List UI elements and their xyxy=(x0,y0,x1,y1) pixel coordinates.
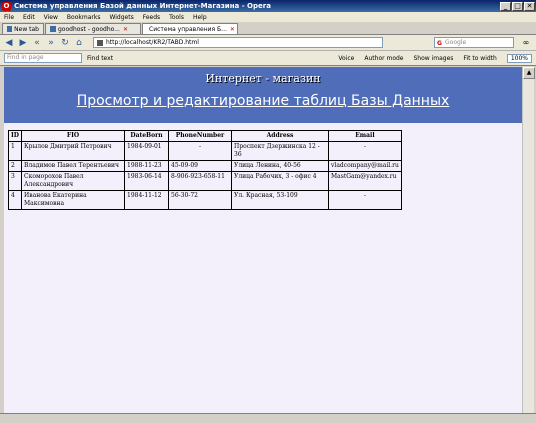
cell-email: vladcompany@mail.ru xyxy=(328,160,402,172)
cell-id: 2 xyxy=(7,160,23,172)
cell-fio: Скоморохов Павел Александрович xyxy=(21,171,126,191)
home-icon[interactable]: ⌂ xyxy=(73,37,85,49)
menu-edit[interactable]: Edit xyxy=(23,14,35,21)
column-header-address: Address xyxy=(231,130,330,142)
customers-table: ID FIO DateBorn PhoneNumber Address Emai… xyxy=(7,130,402,210)
rewind-icon[interactable]: « xyxy=(31,37,43,49)
tab-goodhost[interactable]: goodhost - goodho... ✕ xyxy=(45,23,141,34)
table-row: 2 Владимов Павел Терентьевич 1988-11-23 … xyxy=(7,160,402,172)
tab-label: goodhost - goodho... xyxy=(58,25,120,33)
cell-fio: Владимов Павел Терентьевич xyxy=(21,160,126,172)
view-toolbar: Voice Author mode Show images Fit to wid… xyxy=(328,53,532,64)
voice-button[interactable]: Voice xyxy=(338,55,354,62)
google-g-icon: G xyxy=(437,40,442,47)
close-button[interactable]: ✕ xyxy=(524,1,535,11)
menu-widgets[interactable]: Widgets xyxy=(109,14,133,21)
cell-address: Улица Рабочих, 3 - офис 4 xyxy=(231,171,330,191)
menu-bar: File Edit View Bookmarks Widgets Feeds T… xyxy=(0,12,536,22)
table-header-row: ID FIO DateBorn PhoneNumber Address Emai… xyxy=(7,130,402,142)
reload-icon[interactable]: ↻ xyxy=(59,37,71,49)
search-placeholder: Google xyxy=(445,39,467,46)
speed-dial-icon[interactable]: ∞ xyxy=(518,37,534,48)
menu-file[interactable]: File xyxy=(4,14,14,21)
author-mode-button[interactable]: Author mode xyxy=(364,55,403,62)
cell-phone: 56-30-72 xyxy=(168,190,233,210)
cell-dateborn: 1984-09-01 xyxy=(124,141,170,161)
cell-id: 4 xyxy=(7,190,23,210)
find-input[interactable]: Find in page xyxy=(4,53,82,63)
forward-arrow-icon[interactable]: ▶ xyxy=(17,37,29,49)
search-input[interactable]: G Google xyxy=(434,37,514,48)
cell-address: Улица Ленина, 40-56 xyxy=(231,160,330,172)
back-arrow-icon[interactable]: ◀ xyxy=(3,37,15,49)
page-title: Интернет - магазин xyxy=(205,72,321,85)
cell-id: 1 xyxy=(7,141,23,161)
find-bar: Find in page Find text Voice Author mode… xyxy=(0,51,536,66)
vertical-scrollbar[interactable]: ▲ xyxy=(522,67,535,413)
cell-dateborn: 1984-11-12 xyxy=(124,190,170,210)
menu-bookmarks[interactable]: Bookmarks xyxy=(67,14,101,21)
scroll-up-arrow-icon[interactable]: ▲ xyxy=(523,67,535,79)
table-row: 1 Крылов Дмитрий Петрович 1984-09-01 - П… xyxy=(7,141,402,161)
cell-fio: Крылов Дмитрий Петрович xyxy=(21,141,126,161)
address-field[interactable]: http://localhost/KR2/TABD.html xyxy=(93,37,383,48)
column-header-fio: FIO xyxy=(21,130,126,142)
address-url: http://localhost/KR2/TABD.html xyxy=(106,39,199,46)
tab-label: Система управления Б... xyxy=(149,25,227,33)
page-banner: Интернет - магазин Просмотр и редактиров… xyxy=(4,67,522,123)
window-title: Система управления Базой данных Интернет… xyxy=(14,2,271,10)
cell-fio: Иванова Екатерина Максимовна xyxy=(21,190,126,210)
cell-dateborn: 1988-11-23 xyxy=(124,160,170,172)
tab-new[interactable]: New tab xyxy=(2,23,44,34)
find-text-button[interactable]: Find text xyxy=(87,55,113,62)
menu-help[interactable]: Help xyxy=(193,14,207,21)
fast-forward-icon[interactable]: » xyxy=(45,37,57,49)
cell-email: - xyxy=(328,190,402,210)
tab-bar: New tab goodhost - goodho... ✕ Система у… xyxy=(0,22,536,35)
site-favicon xyxy=(97,39,103,46)
column-header-dateborn: DateBorn xyxy=(124,130,170,142)
cell-address: Проспект Дзержинска 12 - 36 xyxy=(231,141,330,161)
table-row: 4 Иванова Екатерина Максимовна 1984-11-1… xyxy=(7,190,402,210)
fit-width-button[interactable]: Fit to width xyxy=(463,55,496,62)
menu-feeds[interactable]: Feeds xyxy=(143,14,160,21)
minimize-button[interactable]: _ xyxy=(500,1,511,11)
navigation-bar: ◀ ▶ « » ↻ ⌂ http://localhost/KR2/TABD.ht… xyxy=(0,35,536,51)
show-images-button[interactable]: Show images xyxy=(414,55,454,62)
menu-view[interactable]: View xyxy=(44,14,58,21)
column-header-id: ID xyxy=(7,130,23,142)
page-icon xyxy=(50,26,56,32)
page-icon xyxy=(7,26,13,32)
page-subtitle-link[interactable]: Просмотр и редактирование таблиц Базы Да… xyxy=(4,85,522,109)
close-tab-icon[interactable]: ✕ xyxy=(230,26,235,33)
cell-email: MastGam@yandex.ru xyxy=(328,171,402,191)
close-tab-icon[interactable]: ✕ xyxy=(123,26,128,33)
table-row: 3 Скоморохов Павел Александрович 1983-06… xyxy=(7,171,402,191)
opera-logo-icon: O xyxy=(2,1,11,11)
column-header-phone: PhoneNumber xyxy=(168,130,233,142)
cell-phone: 8-906-923-658-11 xyxy=(168,171,233,191)
column-header-email: Email xyxy=(328,130,402,142)
cell-id: 3 xyxy=(7,171,23,191)
window-titlebar: O Система управления Базой данных Интерн… xyxy=(0,0,536,12)
cell-phone: 45-09-09 xyxy=(168,160,233,172)
cell-dateborn: 1983-06-14 xyxy=(124,171,170,191)
page-viewport: Интернет - магазин Просмотр и редактиров… xyxy=(4,67,522,413)
cell-address: Ул. Красная, 53-109 xyxy=(231,190,330,210)
zoom-select[interactable]: 100% xyxy=(506,54,532,63)
status-bar xyxy=(0,413,536,423)
maximize-button[interactable]: □ xyxy=(512,1,523,11)
tab-db-system[interactable]: Система управления Б... ✕ xyxy=(142,23,238,34)
cell-phone: - xyxy=(168,141,233,161)
menu-tools[interactable]: Tools xyxy=(169,14,184,21)
cell-email: - xyxy=(328,141,402,161)
tab-label: New tab xyxy=(14,25,39,33)
